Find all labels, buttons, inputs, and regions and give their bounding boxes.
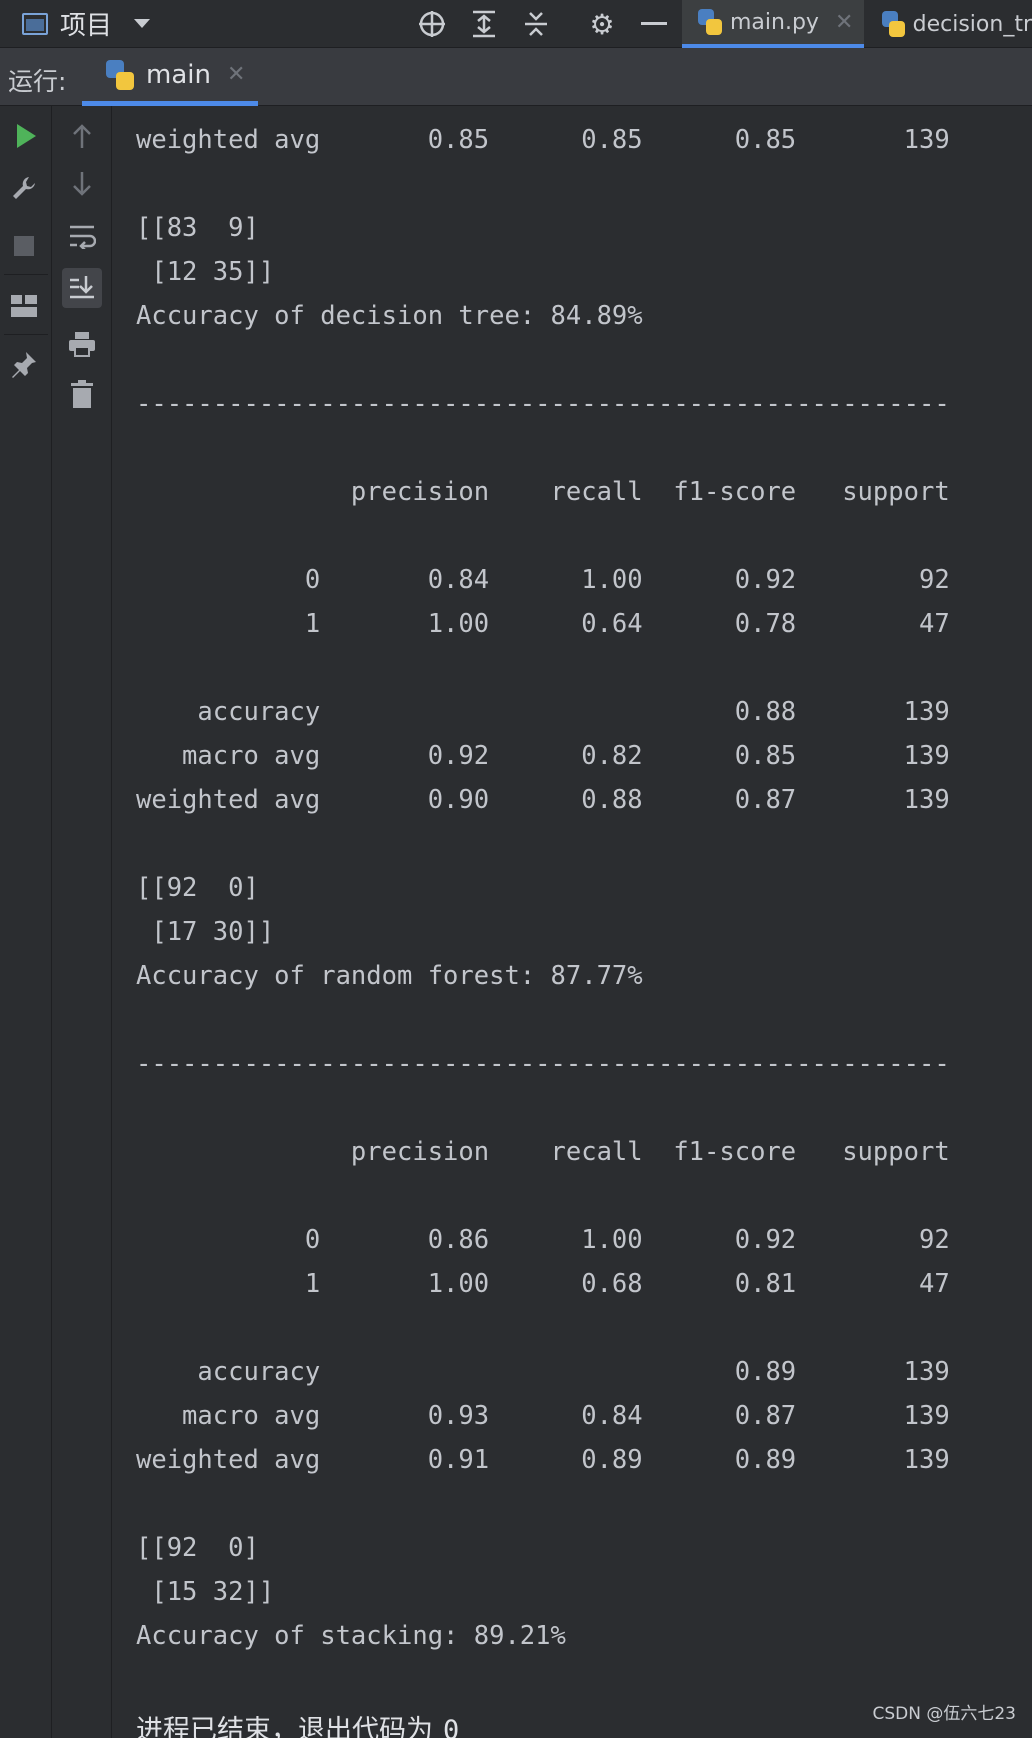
crosshair-icon[interactable]: [412, 4, 452, 44]
exit-text: 进程已结束，退出代码为: [136, 1715, 433, 1738]
tab-main-py[interactable]: main.py ✕: [682, 0, 864, 48]
soft-wrap-icon[interactable]: [64, 218, 100, 254]
tab-decision-tree[interactable]: decision_tr: [866, 0, 1032, 48]
project-icon[interactable]: [22, 12, 48, 35]
python-icon: [106, 59, 134, 90]
watermark: CSDN @伍六七23: [872, 1704, 1016, 1724]
run-label: 运行:: [8, 67, 67, 96]
run-tab-main[interactable]: main ✕: [82, 48, 258, 106]
minimize-icon[interactable]: [634, 4, 674, 44]
print-icon[interactable]: [64, 326, 100, 362]
project-label[interactable]: 项目: [60, 5, 112, 42]
trash-icon[interactable]: [64, 376, 100, 412]
tab-label: main.py: [730, 9, 819, 35]
pin-icon[interactable]: [6, 346, 42, 382]
collapse-all-icon[interactable]: [516, 4, 556, 44]
tab-label: decision_tr: [912, 11, 1032, 37]
gear-icon[interactable]: ⚙: [582, 4, 622, 44]
exit-message: 进程已结束，退出代码为 0: [136, 1708, 459, 1738]
exit-code: 0: [443, 1715, 460, 1738]
run-actions-gutter: [0, 106, 52, 1738]
chevron-down-icon[interactable]: [134, 19, 151, 28]
top-toolbar: 项目 ⚙ main.py ✕ decision_tr: [0, 0, 1032, 48]
console-actions-gutter: [52, 106, 112, 1738]
run-toolbar: 运行: main ✕: [0, 48, 1032, 106]
close-icon[interactable]: ✕: [227, 62, 245, 87]
stop-icon[interactable]: [6, 228, 42, 264]
arrow-up-icon[interactable]: [64, 118, 100, 154]
python-file-icon: [698, 9, 722, 35]
python-file-icon: [882, 11, 905, 37]
run-tab-label: main: [146, 59, 211, 90]
console-text: weighted avg 0.85 0.85 0.85 139 [[83 9] …: [136, 125, 950, 1651]
close-icon[interactable]: ✕: [835, 10, 853, 35]
run-icon[interactable]: [8, 118, 44, 154]
wrench-icon[interactable]: [6, 170, 42, 206]
scroll-to-end-icon[interactable]: [62, 268, 102, 308]
arrow-down-icon[interactable]: [64, 166, 100, 202]
expand-all-icon[interactable]: [464, 4, 504, 44]
layout-icon[interactable]: [6, 288, 42, 324]
console-output[interactable]: weighted avg 0.85 0.85 0.85 139 [[83 9] …: [112, 106, 1032, 1738]
